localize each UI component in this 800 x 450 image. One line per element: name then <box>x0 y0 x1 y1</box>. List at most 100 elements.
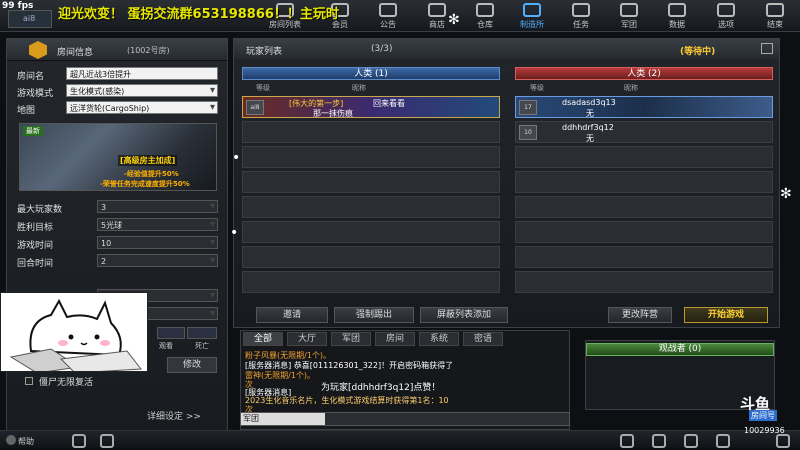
like-toast: 为玩家[ddhhdrf3q12]点赞！ <box>321 383 441 393</box>
player-slot-left-6[interactable] <box>242 221 500 243</box>
help-label[interactable]: 帮助 <box>18 436 34 447</box>
team-left-header[interactable]: 人类 (1) <box>242 67 500 80</box>
room-status: (等待中) <box>680 47 716 57</box>
chat-channel-select[interactable]: 军团 <box>241 413 325 425</box>
clan-icon <box>620 3 638 17</box>
kick-button[interactable]: 强制踢出 <box>334 307 414 323</box>
friends-icon[interactable] <box>100 434 114 448</box>
player-slot-left-3[interactable] <box>242 146 500 168</box>
player-slot-right-4[interactable] <box>515 171 773 193</box>
game-time-select[interactable]: 10 <box>97 236 218 249</box>
room-info-title: 房间信息 <box>57 48 94 58</box>
player-name: ddhhdrf3q12 <box>562 123 614 132</box>
gear-icon <box>717 3 735 17</box>
game-mode-label: 游戏模式 <box>17 89 54 99</box>
chat-tab-whisper[interactable]: 密语 <box>463 332 503 346</box>
bag-icon[interactable] <box>684 434 698 448</box>
player-slot-left-8[interactable] <box>242 271 500 293</box>
invite-button[interactable]: 邀请 <box>256 307 328 323</box>
player-slot-right-7[interactable] <box>515 246 773 268</box>
player-slot-right-5[interactable] <box>515 196 773 218</box>
modify-room-button[interactable]: 修改 <box>167 357 217 373</box>
player-clan: 无 <box>586 134 594 143</box>
player-slot-right-3[interactable] <box>515 146 773 168</box>
chat-tab-system[interactable]: 系统 <box>419 332 459 346</box>
death-toggle-label: 死亡 <box>195 342 209 350</box>
chat-input[interactable]: 军团 <box>240 412 570 426</box>
stats-icon <box>668 3 686 17</box>
player-name: 那一抹伤痕 <box>313 109 353 118</box>
player-slot-left-1[interactable]: ai8 [伟大的第一步] 回来看看 那一抹伤痕 <box>242 96 500 118</box>
max-players-select[interactable]: 3 <box>97 200 218 213</box>
streamer-webcam-overlay <box>0 292 148 372</box>
room-name-input[interactable]: 超凡近战3倍提升 <box>66 67 218 80</box>
nav-options[interactable]: 选项 <box>706 3 746 30</box>
player-slot-left-7[interactable] <box>242 246 500 268</box>
cat-keyboard-illustration <box>1 293 147 371</box>
player-slot-left-2[interactable] <box>242 121 500 143</box>
game-time-label: 游戏时间 <box>17 241 54 251</box>
nav-missions[interactable]: 任务 <box>561 3 601 30</box>
player-slot-left-5[interactable] <box>242 196 500 218</box>
player-level-badge: 17 <box>519 100 537 115</box>
host-bonus-exp: -经验值提升50% <box>124 170 179 178</box>
spectate-toggle[interactable] <box>157 327 185 339</box>
chat-tab-room[interactable]: 房间 <box>375 332 415 346</box>
player-name: dsadasd3q13 <box>562 98 616 107</box>
coin-icon[interactable] <box>652 434 666 448</box>
spectate-toggle-label: 观看 <box>159 342 173 350</box>
nav-notice[interactable]: 公告 <box>368 3 408 30</box>
start-game-button[interactable]: 开始游戏 <box>684 307 768 323</box>
stream-room-number: 10029936 <box>744 426 785 435</box>
player-list-header: 玩家列表 (3/3) (等待中) <box>234 39 779 59</box>
map-select[interactable]: 远洋货轮(CargoShip) <box>66 101 218 114</box>
room-info-header: 房间信息 (1002号房) <box>7 39 227 61</box>
map-new-badge: 最新 <box>23 126 43 136</box>
pause-icon[interactable] <box>761 43 773 54</box>
player-slot-right-6[interactable] <box>515 221 773 243</box>
room-rank-icon <box>29 41 47 59</box>
person-icon[interactable] <box>620 434 634 448</box>
snowflake-icon: ✻ <box>780 186 792 202</box>
player-slot-right-2[interactable]: 10 ddhhdrf3q12 无 <box>515 121 773 143</box>
left-col-level: 等级 <box>256 84 270 92</box>
workshop-icon <box>523 3 541 17</box>
snowflake-icon: ✻ <box>448 12 460 28</box>
player-slot-right-1[interactable]: 17 dsadasd3q13 无 <box>515 96 773 118</box>
detail-settings-link[interactable]: 详细设定 >> <box>147 409 201 422</box>
fps-counter: 99 fps <box>2 1 34 11</box>
chat-message: 2023生化音乐名片，生化模式游戏结算时获得第1名：10 <box>245 396 449 405</box>
block-list-button[interactable]: 屏蔽列表添加 <box>420 307 508 323</box>
help-icon[interactable] <box>6 435 16 445</box>
chat-tab-all[interactable]: 全部 <box>243 332 283 346</box>
team-right-header[interactable]: 人类 (2) <box>515 67 773 80</box>
game-mode-select[interactable]: 生化模式(感染) <box>66 84 218 97</box>
mail-icon[interactable] <box>776 434 790 448</box>
left-col-name: 昵称 <box>352 84 366 92</box>
nav-stats[interactable]: 数据 <box>657 3 697 30</box>
chat-tab-lobby[interactable]: 大厅 <box>287 332 327 346</box>
nav-exit[interactable]: 结束 <box>755 3 795 30</box>
player-slot-right-8[interactable] <box>515 271 773 293</box>
host-bonus-title: [高级房主加成] <box>118 155 178 166</box>
player-list-title: 玩家列表 <box>246 47 283 57</box>
calendar-icon[interactable] <box>716 434 730 448</box>
infinite-respawn-checkbox[interactable] <box>25 377 33 385</box>
nav-warehouse[interactable]: 仓库 <box>465 3 505 30</box>
round-time-select[interactable]: 2 <box>97 254 218 267</box>
map-preview-image: 最新 [高级房主加成] -经验值提升50% -荣誉任务完成速度提升50% <box>19 123 217 191</box>
death-toggle[interactable] <box>187 327 217 339</box>
chat-icon[interactable] <box>72 434 86 448</box>
change-team-button[interactable]: 更改阵营 <box>608 307 672 323</box>
chat-tab-clan[interactable]: 军团 <box>331 332 371 346</box>
win-target-label: 胜利目标 <box>17 223 54 233</box>
bottom-bar: 帮助 <box>0 430 800 450</box>
player-level-badge: ai8 <box>246 100 264 115</box>
player-count: (3/3) <box>371 44 393 54</box>
power-icon <box>766 3 784 17</box>
win-target-select[interactable]: 5光球 <box>97 218 218 231</box>
player-slot-left-4[interactable] <box>242 171 500 193</box>
nav-clan[interactable]: 军团 <box>609 3 649 30</box>
nav-workshop[interactable]: 制造所 <box>512 3 552 30</box>
megaphone-icon <box>379 3 397 17</box>
